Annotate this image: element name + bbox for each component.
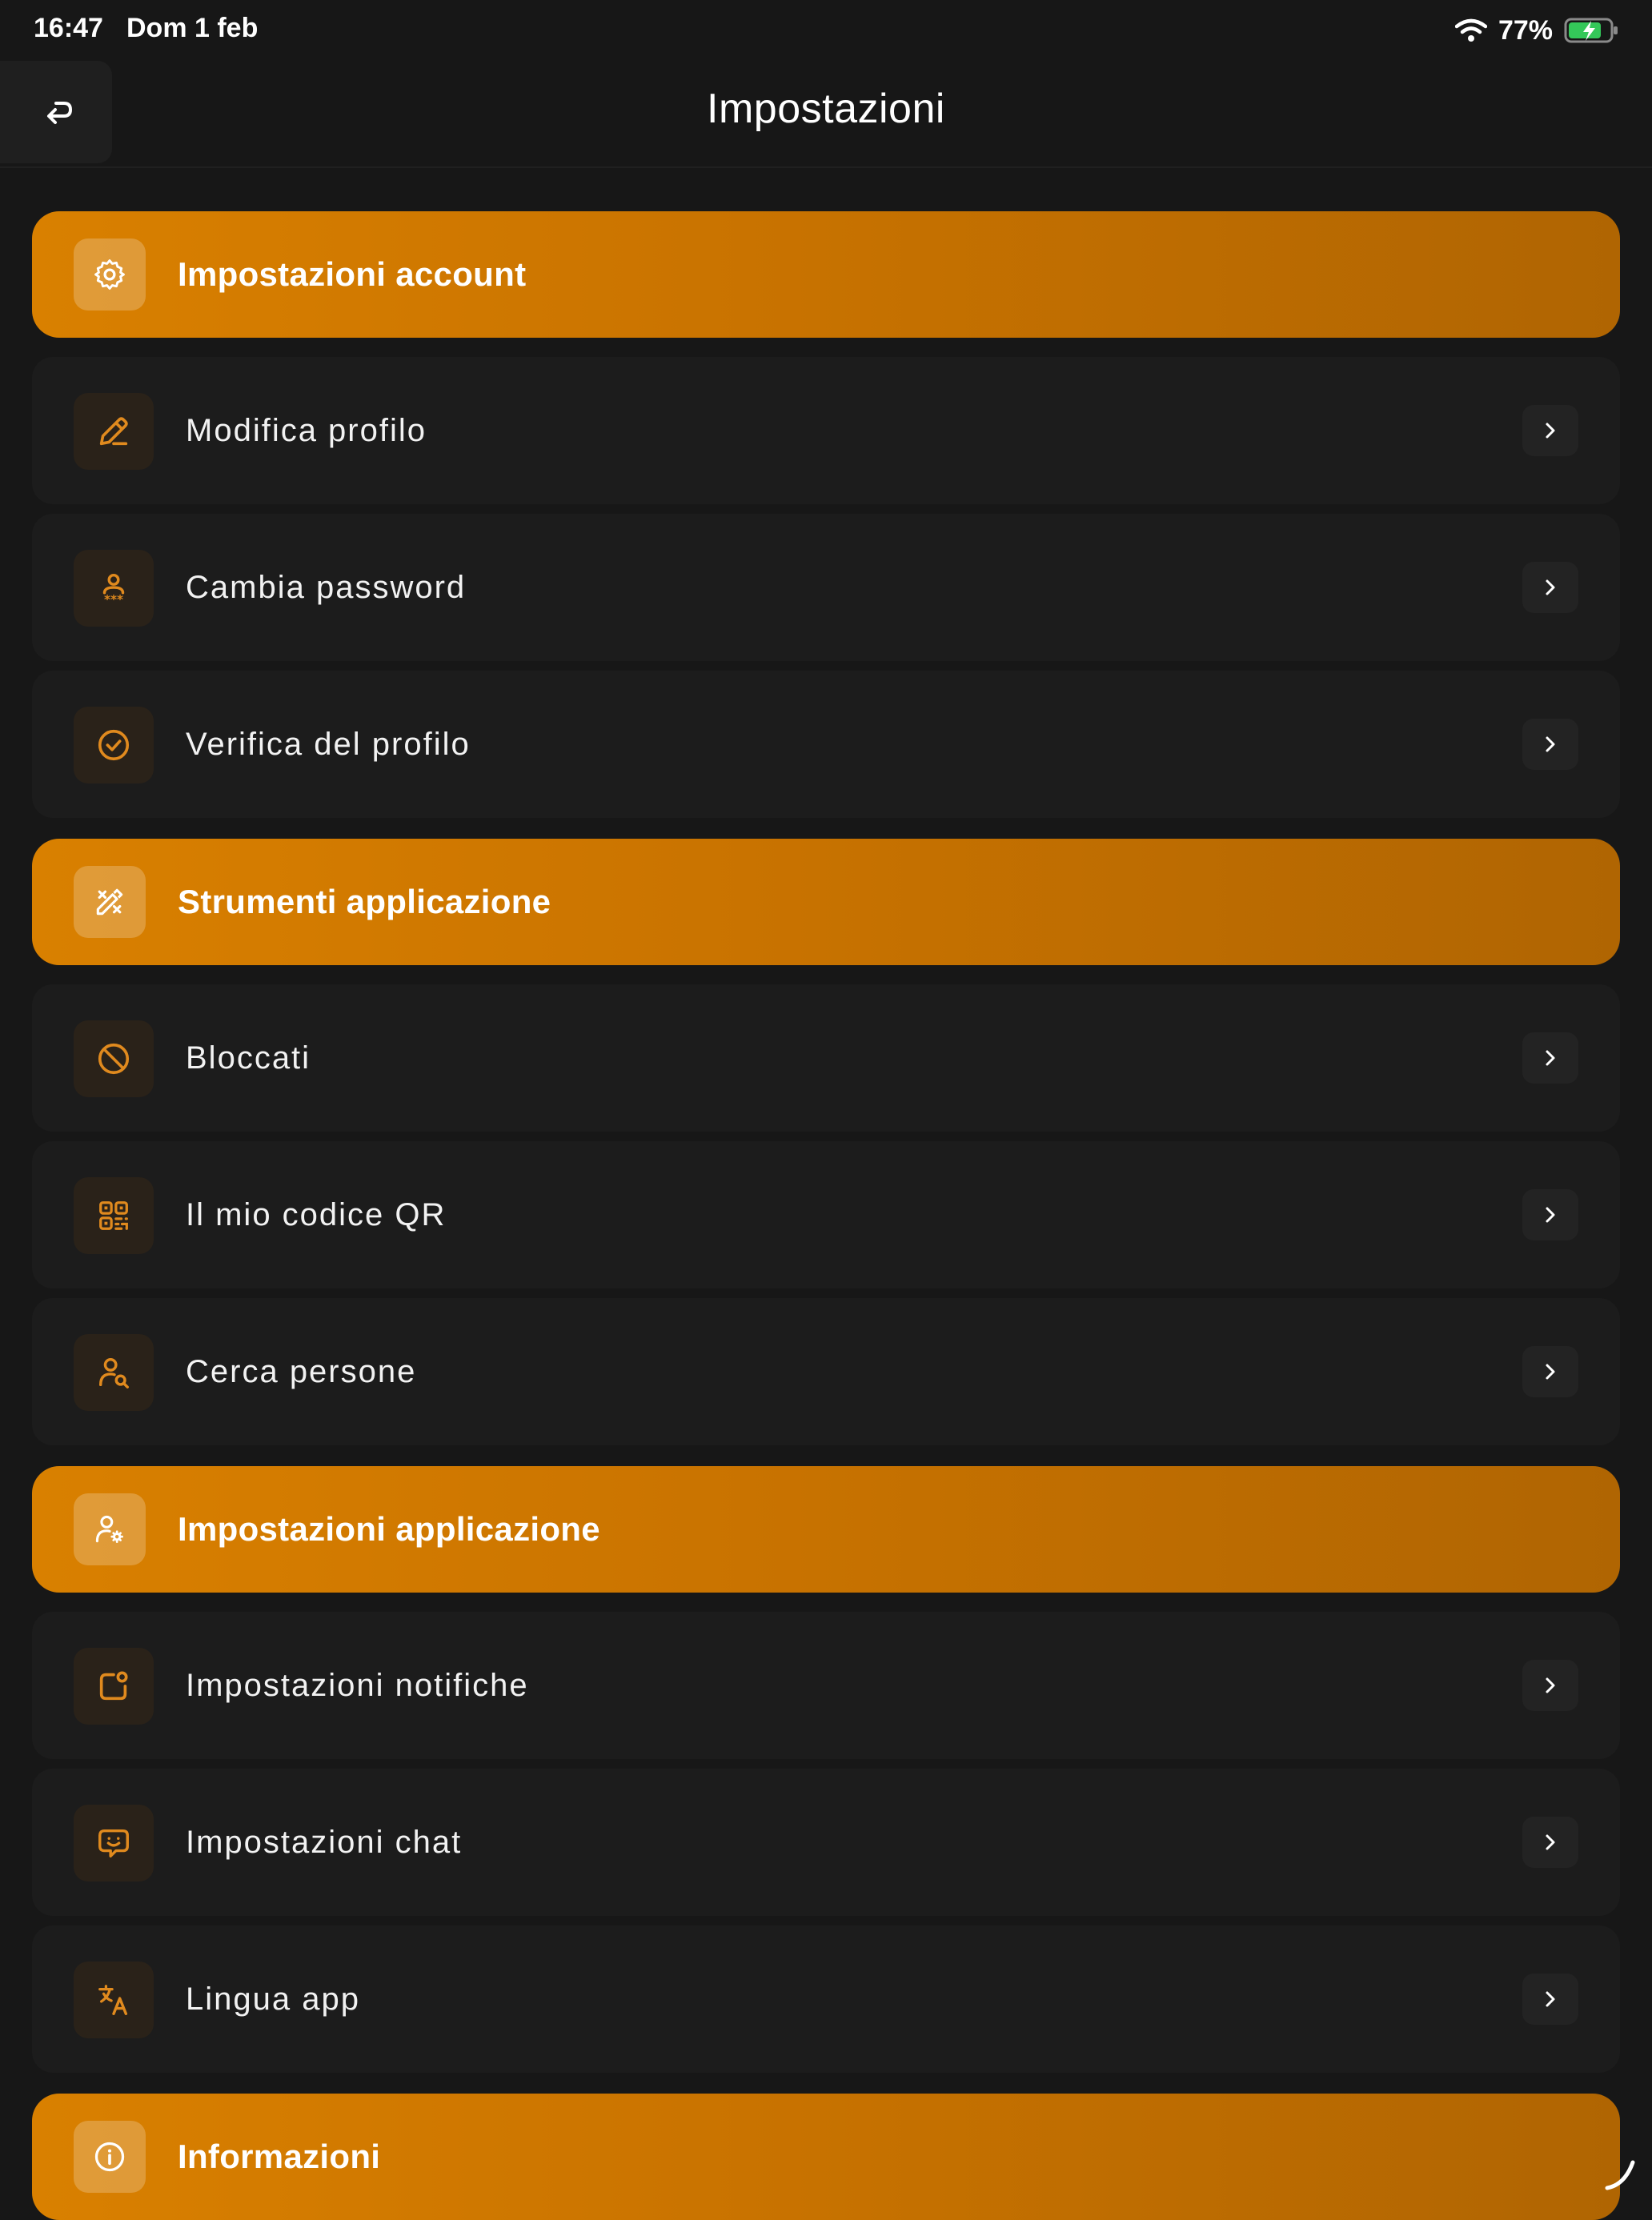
row-label: Il mio codice QR: [186, 1197, 447, 1232]
check-circle-icon: [74, 707, 154, 783]
section-header-informazioni: Informazioni: [32, 2094, 1620, 2220]
row-lingua-app[interactable]: Lingua app: [32, 1925, 1620, 2073]
chevron-right-icon: [1522, 1346, 1578, 1397]
row-codice-qr[interactable]: Il mio codice QR: [32, 1141, 1620, 1288]
section-title: Strumenti applicazione: [178, 883, 551, 920]
row-label: Verifica del profilo: [186, 727, 471, 762]
section-header-strumenti: Strumenti applicazione: [32, 839, 1620, 965]
row-label: Cerca persone: [186, 1354, 417, 1389]
status-date: Dom 1 feb: [126, 13, 259, 43]
row-label: Lingua app: [186, 1982, 360, 2017]
chevron-right-icon: [1522, 1974, 1578, 2025]
row-modifica-profilo[interactable]: Modifica profilo: [32, 357, 1620, 504]
battery-charging-icon: [1564, 17, 1620, 44]
chevron-right-icon: [1522, 1189, 1578, 1240]
row-impostazioni-chat[interactable]: Impostazioni chat: [32, 1769, 1620, 1916]
chevron-right-icon: [1522, 405, 1578, 456]
row-verifica-profilo[interactable]: Verifica del profilo: [32, 671, 1620, 818]
row-label: Cambia password: [186, 570, 467, 605]
row-cerca-persone[interactable]: Cerca persone: [32, 1298, 1620, 1445]
chat-smile-icon: [74, 1805, 154, 1881]
translate-icon: [74, 1962, 154, 2038]
wifi-icon: [1454, 18, 1487, 42]
row-bloccati[interactable]: Bloccati: [32, 984, 1620, 1132]
pencil-icon: [74, 393, 154, 470]
section-header-applicazione: Impostazioni applicazione: [32, 1466, 1620, 1593]
user-password-icon: ***: [74, 550, 154, 627]
row-impostazioni-notifiche[interactable]: Impostazioni notifiche: [32, 1612, 1620, 1759]
block-icon: [74, 1020, 154, 1097]
page-title: Impostazioni: [707, 86, 945, 132]
gear-icon: [74, 238, 146, 311]
status-right: 77%: [1454, 13, 1620, 48]
section-title: Informazioni: [178, 2138, 381, 2175]
row-label: Bloccati: [186, 1040, 311, 1076]
info-icon: [74, 2121, 146, 2193]
notification-icon: [74, 1648, 154, 1725]
nav-bar: Impostazioni: [0, 61, 1652, 168]
qr-code-icon: [74, 1177, 154, 1254]
section-title: Impostazioni account: [178, 255, 527, 293]
chevron-right-icon: [1522, 1032, 1578, 1084]
chevron-right-icon: [1522, 1817, 1578, 1868]
section-title: Impostazioni applicazione: [178, 1510, 600, 1548]
user-search-icon: [74, 1334, 154, 1411]
user-gear-icon: [74, 1493, 146, 1565]
corner-arc-icon: [1602, 2156, 1638, 2191]
svg-text:***: ***: [104, 592, 123, 607]
tools-icon: [74, 866, 146, 938]
chevron-right-icon: [1522, 562, 1578, 613]
section-header-account: Impostazioni account: [32, 211, 1620, 338]
chevron-right-icon: [1522, 1660, 1578, 1711]
row-label: Modifica profilo: [186, 413, 427, 448]
status-time: 16:47: [34, 13, 103, 43]
row-label: Impostazioni notifiche: [186, 1668, 529, 1703]
battery-percent: 77%: [1498, 14, 1553, 46]
status-bar: 16:47 Dom 1 feb 77%: [0, 0, 1652, 61]
row-label: Impostazioni chat: [186, 1825, 463, 1860]
row-cambia-password[interactable]: *** Cambia password: [32, 514, 1620, 661]
chevron-right-icon: [1522, 719, 1578, 770]
